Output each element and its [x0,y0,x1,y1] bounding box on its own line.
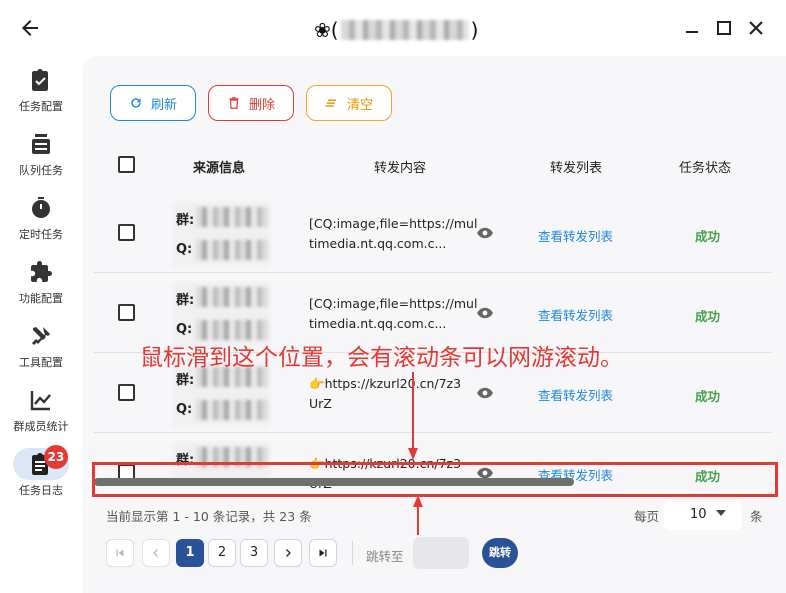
page-button-2[interactable]: 2 [208,539,236,567]
redacted-group-id [196,287,268,307]
page-button-1[interactable]: 1 [176,539,204,567]
sidebar-item-task-log[interactable]: 23 任务日志 [0,445,82,514]
redacted-group-id [196,207,268,227]
tools-icon [32,327,50,345]
jump-button[interactable]: 跳转 [482,538,518,568]
maximize-icon[interactable] [712,16,736,40]
delete-button[interactable]: 删除 [208,85,294,121]
redacted-group-id [196,447,268,467]
notification-badge: 23 [44,445,68,469]
sidebar-item-label: 定时任务 [19,228,63,241]
chevron-down-icon [716,510,726,516]
last-page-icon [319,549,327,557]
per-page-label: 每页 [634,509,660,524]
sidebar-item-label: 群成员统计 [13,420,69,433]
sidebar-item-queue-tasks[interactable]: 队列任务 [0,132,82,194]
chevron-right-icon [286,549,291,557]
view-forward-list-link[interactable]: 查看转发列表 [538,226,613,245]
qq-prefix: Q: [176,322,193,337]
sidebar-item-label: 队列任务 [19,164,63,177]
clipboard-check-icon [32,69,48,91]
header-status: 任务状态 [679,161,732,176]
first-page-button[interactable] [106,539,134,567]
row-divider [94,272,772,273]
sidebar-item-tool-config[interactable]: 工具配置 [0,324,82,386]
stopwatch-icon [32,197,50,218]
title-prefix: ❀( [314,18,339,42]
row-checkbox[interactable] [118,384,135,401]
clear-label: 清空 [346,97,373,113]
row-divider [94,432,772,433]
header-forward-list: 转发列表 [550,161,603,176]
forward-content: [CQ:image,file=https://multimedia.nt.qq.… [309,216,478,251]
group-prefix: 群: [176,293,195,308]
redacted-qq-id [196,400,268,420]
delete-label: 删除 [248,97,275,113]
qq-prefix: Q: [176,242,193,257]
window-title: ❀( ) [314,16,478,44]
header-content: 转发内容 [374,161,427,176]
chart-line-icon [30,391,51,411]
clear-button[interactable]: 清空 [306,85,392,121]
next-page-button[interactable] [274,539,302,567]
redacted-qq-id [196,240,268,260]
per-page-unit: 条 [750,509,763,524]
back-arrow-icon[interactable] [18,16,42,40]
jump-label: 跳转至 [366,549,404,564]
title-bar: ❀( ) [0,0,786,56]
view-forward-list-link[interactable]: 查看转发列表 [538,385,613,404]
title-suffix: ) [470,18,479,42]
status-text: 成功 [695,309,721,324]
view-forward-list-link[interactable]: 查看转发列表 [538,305,613,324]
pager-divider [352,541,353,565]
row-checkbox[interactable] [118,224,135,241]
record-summary: 当前显示第 1 - 10 条记录，共 23 条 [106,509,312,524]
eye-icon[interactable] [476,224,494,242]
sidebar-item-label: 工具配置 [19,356,63,369]
qq-prefix: Q: [176,402,193,417]
chevron-left-icon [153,549,158,557]
status-text: 成功 [695,389,721,404]
prev-page-button[interactable] [142,539,170,567]
annotation-text: 鼠标滑到这个位置，会有滚动条可以网游滚动。 [140,345,623,371]
trash-icon [229,97,239,109]
refresh-label: 刷新 [150,97,177,113]
redacted-title [340,20,469,40]
jump-page-input[interactable] [413,537,469,569]
eye-icon[interactable] [476,304,494,322]
redacted-qq-id [196,320,268,340]
sidebar-item-label: 功能配置 [19,292,63,305]
header-source: 来源信息 [193,161,246,176]
close-icon[interactable] [744,16,768,40]
clear-all-icon [325,99,337,107]
sidebar-item-label: 任务配置 [19,100,63,113]
forward-content: [CQ:image,file=https://multimedia.nt.qq.… [309,296,478,331]
queue-list-icon [32,134,50,154]
sidebar: 任务配置 队列任务 定时任务 功能配置 工具配置 群成员统计 23 任务日志 [0,56,82,593]
sidebar-item-scheduled-tasks[interactable]: 定时任务 [0,196,82,258]
sidebar-item-member-stats[interactable]: 群成员统计 [0,388,82,450]
per-page-select[interactable]: 10 [664,500,742,530]
group-prefix: 群: [176,213,195,228]
minimize-icon[interactable] [680,16,704,40]
select-all-checkbox[interactable] [118,156,135,173]
sidebar-item-label: 任务日志 [19,484,63,497]
row-checkbox[interactable] [118,304,135,321]
refresh-button[interactable]: 刷新 [110,85,196,121]
first-page-icon [116,549,124,557]
puzzle-icon [31,261,52,282]
group-prefix: 群: [176,453,195,468]
eye-icon[interactable] [476,384,494,402]
horizontal-scrollbar[interactable] [94,478,574,486]
sidebar-item-feature-config[interactable]: 功能配置 [0,260,82,322]
status-text: 成功 [695,469,721,484]
status-text: 成功 [695,229,721,244]
last-page-button[interactable] [309,539,337,567]
page-button-3[interactable]: 3 [240,539,268,567]
refresh-icon [131,98,141,108]
sidebar-item-task-config[interactable]: 任务配置 [0,68,82,130]
forward-content: 👉https://kzurl20.cn/7z3UrZ [309,376,462,411]
